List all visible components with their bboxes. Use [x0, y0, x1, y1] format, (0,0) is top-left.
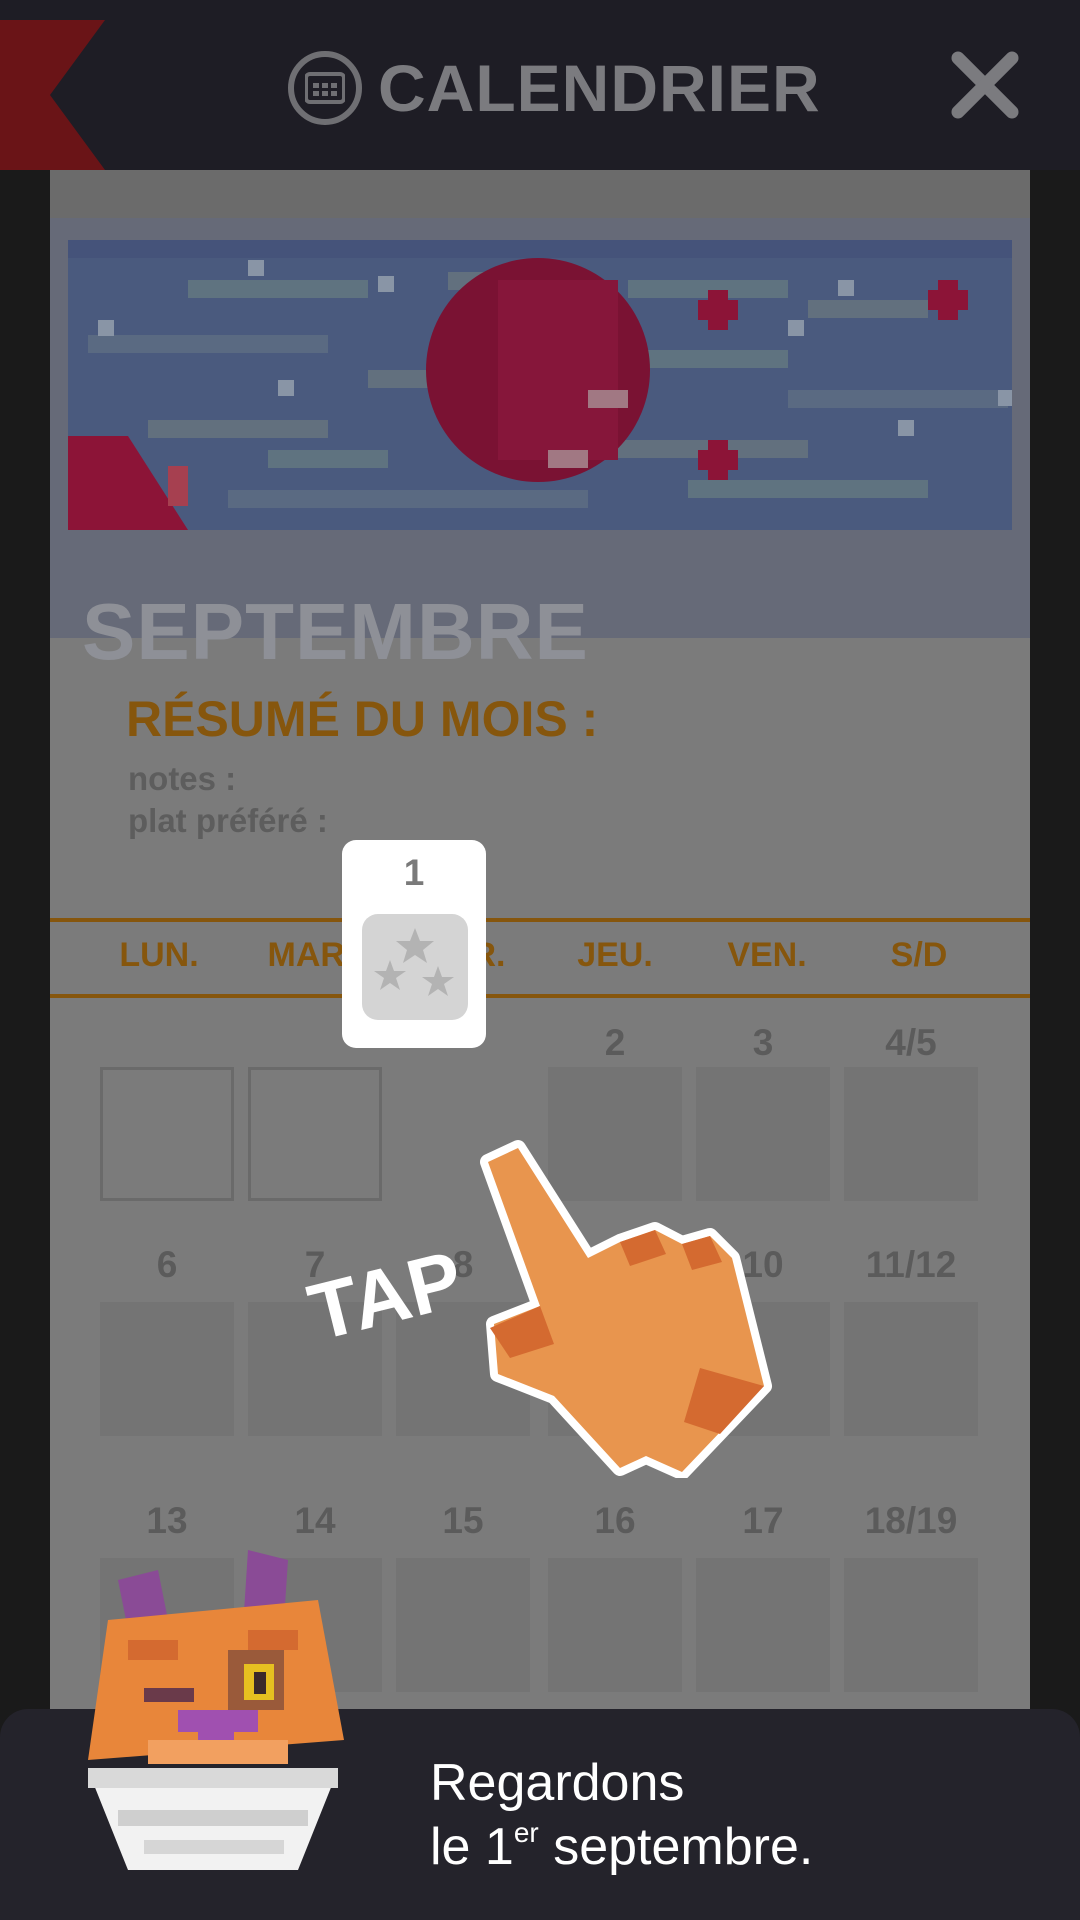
day-cell-6[interactable]: [100, 1302, 234, 1436]
cat-mascot-icon: [88, 1550, 344, 1870]
day-number: 11/12: [865, 1244, 957, 1285]
month-banner-art: [68, 240, 1012, 530]
day-number: 2: [604, 1022, 626, 1063]
day-number: 14: [294, 1500, 336, 1541]
day-cell-18-19[interactable]: [844, 1558, 978, 1692]
dialog-text: Regardons le 1er septembre.: [430, 1751, 813, 1879]
day-number: 13: [146, 1500, 188, 1541]
day-number: 4/5: [885, 1022, 937, 1063]
day-cell-empty: [248, 1067, 382, 1201]
stars-sticker: [362, 914, 468, 1020]
day-cell-4-5[interactable]: [844, 1067, 978, 1201]
dialog-line-2-start: le 1: [430, 1818, 514, 1876]
day-cell-15[interactable]: [396, 1558, 530, 1692]
notes-label: notes :: [128, 760, 237, 797]
weekday-mon: LUN.: [119, 936, 199, 974]
day-cell-11-12[interactable]: [844, 1302, 978, 1436]
dialog-line-1: Regardons: [430, 1754, 685, 1812]
day-number: 15: [442, 1500, 484, 1541]
day-number: 3: [752, 1022, 774, 1063]
day-number: 18/19: [864, 1500, 958, 1541]
day-number: 6: [156, 1244, 178, 1285]
page-title: CALENDRIER: [378, 51, 821, 125]
day-number: 16: [594, 1500, 636, 1541]
close-button[interactable]: [940, 40, 1030, 130]
weekday-header: LUN. MAR. MER. JEU. VEN. S/D: [50, 918, 1030, 998]
card-top-band: [50, 170, 1030, 218]
month-name: SEPTEMBRE: [82, 587, 589, 676]
header-bar: CALENDRIER: [0, 0, 1080, 170]
back-ribbon-icon[interactable]: [0, 20, 105, 170]
dialog-ordinal-suffix: er: [513, 1817, 539, 1848]
title-group: CALENDRIER: [288, 48, 821, 128]
weekday-fri: VEN.: [727, 936, 807, 974]
day-cell-16[interactable]: [548, 1558, 682, 1692]
day-cell-1-highlighted[interactable]: 1: [342, 840, 486, 1048]
day-cell-17[interactable]: [696, 1558, 830, 1692]
calendar-icon: [288, 51, 362, 125]
summary-title: RÉSUMÉ DU MOIS :: [126, 691, 599, 747]
close-icon: [951, 51, 1019, 119]
dialog-line-2: le 1er septembre.: [430, 1815, 813, 1879]
dialog-line-2-end: septembre.: [538, 1818, 814, 1876]
day-number: 1: [403, 852, 425, 893]
month-banner: SEPTEMBRE: [50, 218, 1030, 676]
pointing-hand-icon: [480, 1140, 772, 1478]
weekday-thu: JEU.: [577, 936, 653, 974]
day-cell-empty: [100, 1067, 234, 1201]
favorite-dish-label: plat préféré :: [128, 802, 328, 839]
day-number: 17: [742, 1500, 784, 1541]
weekday-weekend: S/D: [890, 936, 948, 974]
stars-icon: [374, 928, 454, 996]
